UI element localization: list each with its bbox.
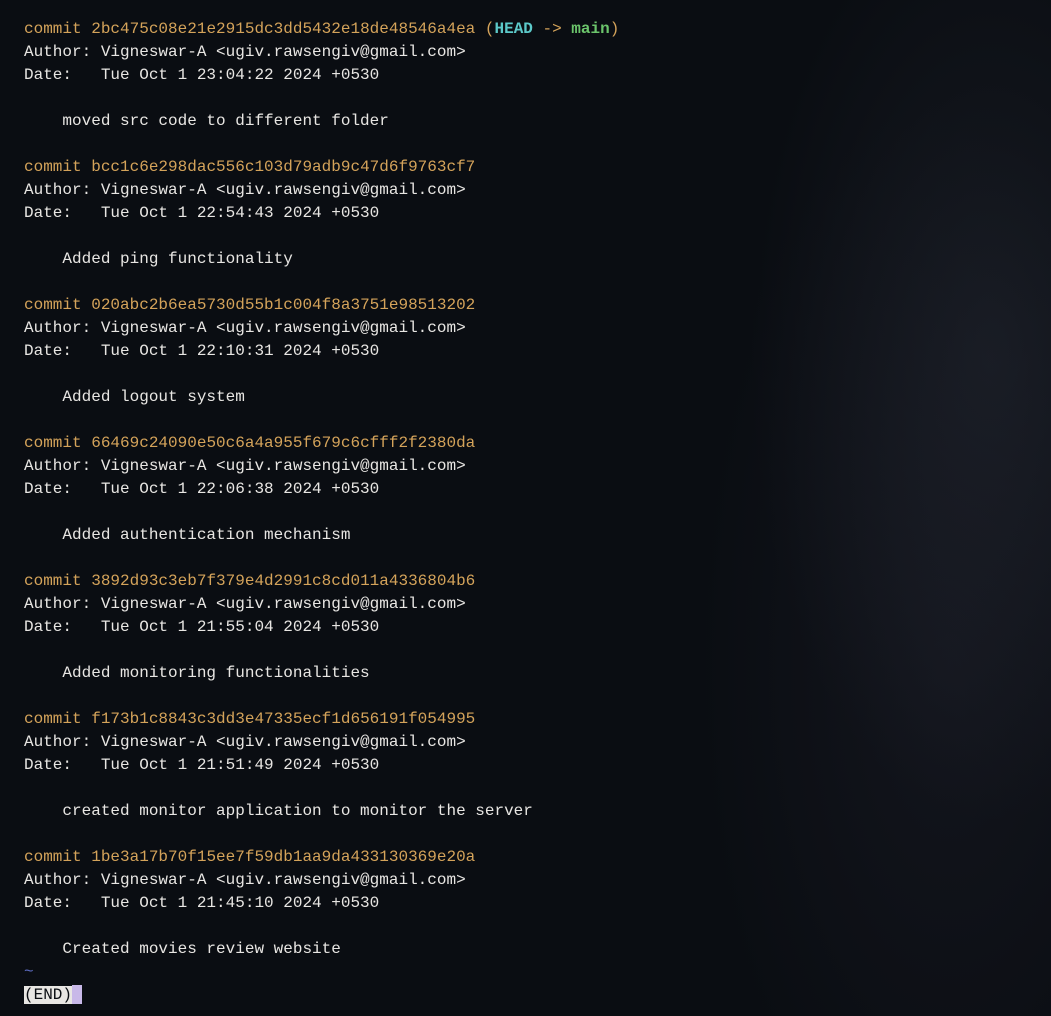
blank — [24, 777, 1027, 800]
commit-header: commit 3892d93c3eb7f379e4d2991c8cd011a43… — [24, 570, 1027, 593]
commit-date: Date: Tue Oct 1 23:04:22 2024 +0530 — [24, 64, 1027, 87]
commit-author: Author: Vigneswar-A <ugiv.rawsengiv@gmai… — [24, 179, 1027, 202]
blank — [24, 639, 1027, 662]
commit-author: Author: Vigneswar-A <ugiv.rawsengiv@gmai… — [24, 317, 1027, 340]
commit-header: commit f173b1c8843c3dd3e47335ecf1d656191… — [24, 708, 1027, 731]
commit-message: moved src code to different folder — [24, 110, 1027, 133]
pager-status-line: (END) — [24, 984, 1027, 1007]
commit-date: Date: Tue Oct 1 22:54:43 2024 +0530 — [24, 202, 1027, 225]
blank — [24, 547, 1027, 570]
blank — [24, 501, 1027, 524]
commit-hash: bcc1c6e298dac556c103d79adb9c47d6f9763cf7 — [91, 158, 475, 176]
commit-keyword: commit — [24, 572, 91, 590]
end-marker: (END) — [24, 986, 72, 1004]
commit-author: Author: Vigneswar-A <ugiv.rawsengiv@gmai… — [24, 455, 1027, 478]
commit-hash: 1be3a17b70f15ee7f59db1aa9da433130369e20a — [91, 848, 475, 866]
commit-hash: 2bc475c08e21e2915dc3dd5432e18de48546a4ea — [91, 20, 475, 38]
blank — [24, 225, 1027, 248]
commit-keyword: commit — [24, 296, 91, 314]
blank — [24, 409, 1027, 432]
blank — [24, 823, 1027, 846]
git-log-output[interactable]: commit 2bc475c08e21e2915dc3dd5432e18de48… — [24, 18, 1027, 1007]
blank — [24, 133, 1027, 156]
paren-open: ( — [475, 20, 494, 38]
commit-hash: 020abc2b6ea5730d55b1c004f8a3751e98513202 — [91, 296, 475, 314]
commit-hash: f173b1c8843c3dd3e47335ecf1d656191f054995 — [91, 710, 475, 728]
commit-date: Date: Tue Oct 1 21:51:49 2024 +0530 — [24, 754, 1027, 777]
paren-close: ) — [610, 20, 620, 38]
commit-message: Added ping functionality — [24, 248, 1027, 271]
commit-author: Author: Vigneswar-A <ugiv.rawsengiv@gmai… — [24, 869, 1027, 892]
commit-keyword: commit — [24, 158, 91, 176]
commit-author: Author: Vigneswar-A <ugiv.rawsengiv@gmai… — [24, 41, 1027, 64]
commit-date: Date: Tue Oct 1 21:45:10 2024 +0530 — [24, 892, 1027, 915]
blank — [24, 685, 1027, 708]
commit-message: Created movies review website — [24, 938, 1027, 961]
commit-message: created monitor application to monitor t… — [24, 800, 1027, 823]
commit-keyword: commit — [24, 20, 91, 38]
commit-author: Author: Vigneswar-A <ugiv.rawsengiv@gmai… — [24, 593, 1027, 616]
cursor — [72, 985, 82, 1004]
arrow: -> — [533, 20, 571, 38]
commit-header: commit 66469c24090e50c6a4a955f679c6cfff2… — [24, 432, 1027, 455]
commit-header: commit 020abc2b6ea5730d55b1c004f8a3751e9… — [24, 294, 1027, 317]
commit-keyword: commit — [24, 710, 91, 728]
commit-message: Added monitoring functionalities — [24, 662, 1027, 685]
commit-date: Date: Tue Oct 1 22:10:31 2024 +0530 — [24, 340, 1027, 363]
blank — [24, 363, 1027, 386]
commit-message: Added authentication mechanism — [24, 524, 1027, 547]
blank — [24, 915, 1027, 938]
commit-message: Added logout system — [24, 386, 1027, 409]
commit-header: commit bcc1c6e298dac556c103d79adb9c47d6f… — [24, 156, 1027, 179]
commit-date: Date: Tue Oct 1 22:06:38 2024 +0530 — [24, 478, 1027, 501]
tilde-marker: ~ — [24, 961, 1027, 984]
commit-author: Author: Vigneswar-A <ugiv.rawsengiv@gmai… — [24, 731, 1027, 754]
commit-hash: 66469c24090e50c6a4a955f679c6cfff2f2380da — [91, 434, 475, 452]
head-ref: HEAD — [494, 20, 532, 38]
branch-name: main — [571, 20, 609, 38]
commit-header: commit 2bc475c08e21e2915dc3dd5432e18de48… — [24, 18, 1027, 41]
commit-keyword: commit — [24, 848, 91, 866]
commit-date: Date: Tue Oct 1 21:55:04 2024 +0530 — [24, 616, 1027, 639]
commit-header: commit 1be3a17b70f15ee7f59db1aa9da433130… — [24, 846, 1027, 869]
commit-keyword: commit — [24, 434, 91, 452]
blank — [24, 87, 1027, 110]
blank — [24, 271, 1027, 294]
commit-hash: 3892d93c3eb7f379e4d2991c8cd011a4336804b6 — [91, 572, 475, 590]
